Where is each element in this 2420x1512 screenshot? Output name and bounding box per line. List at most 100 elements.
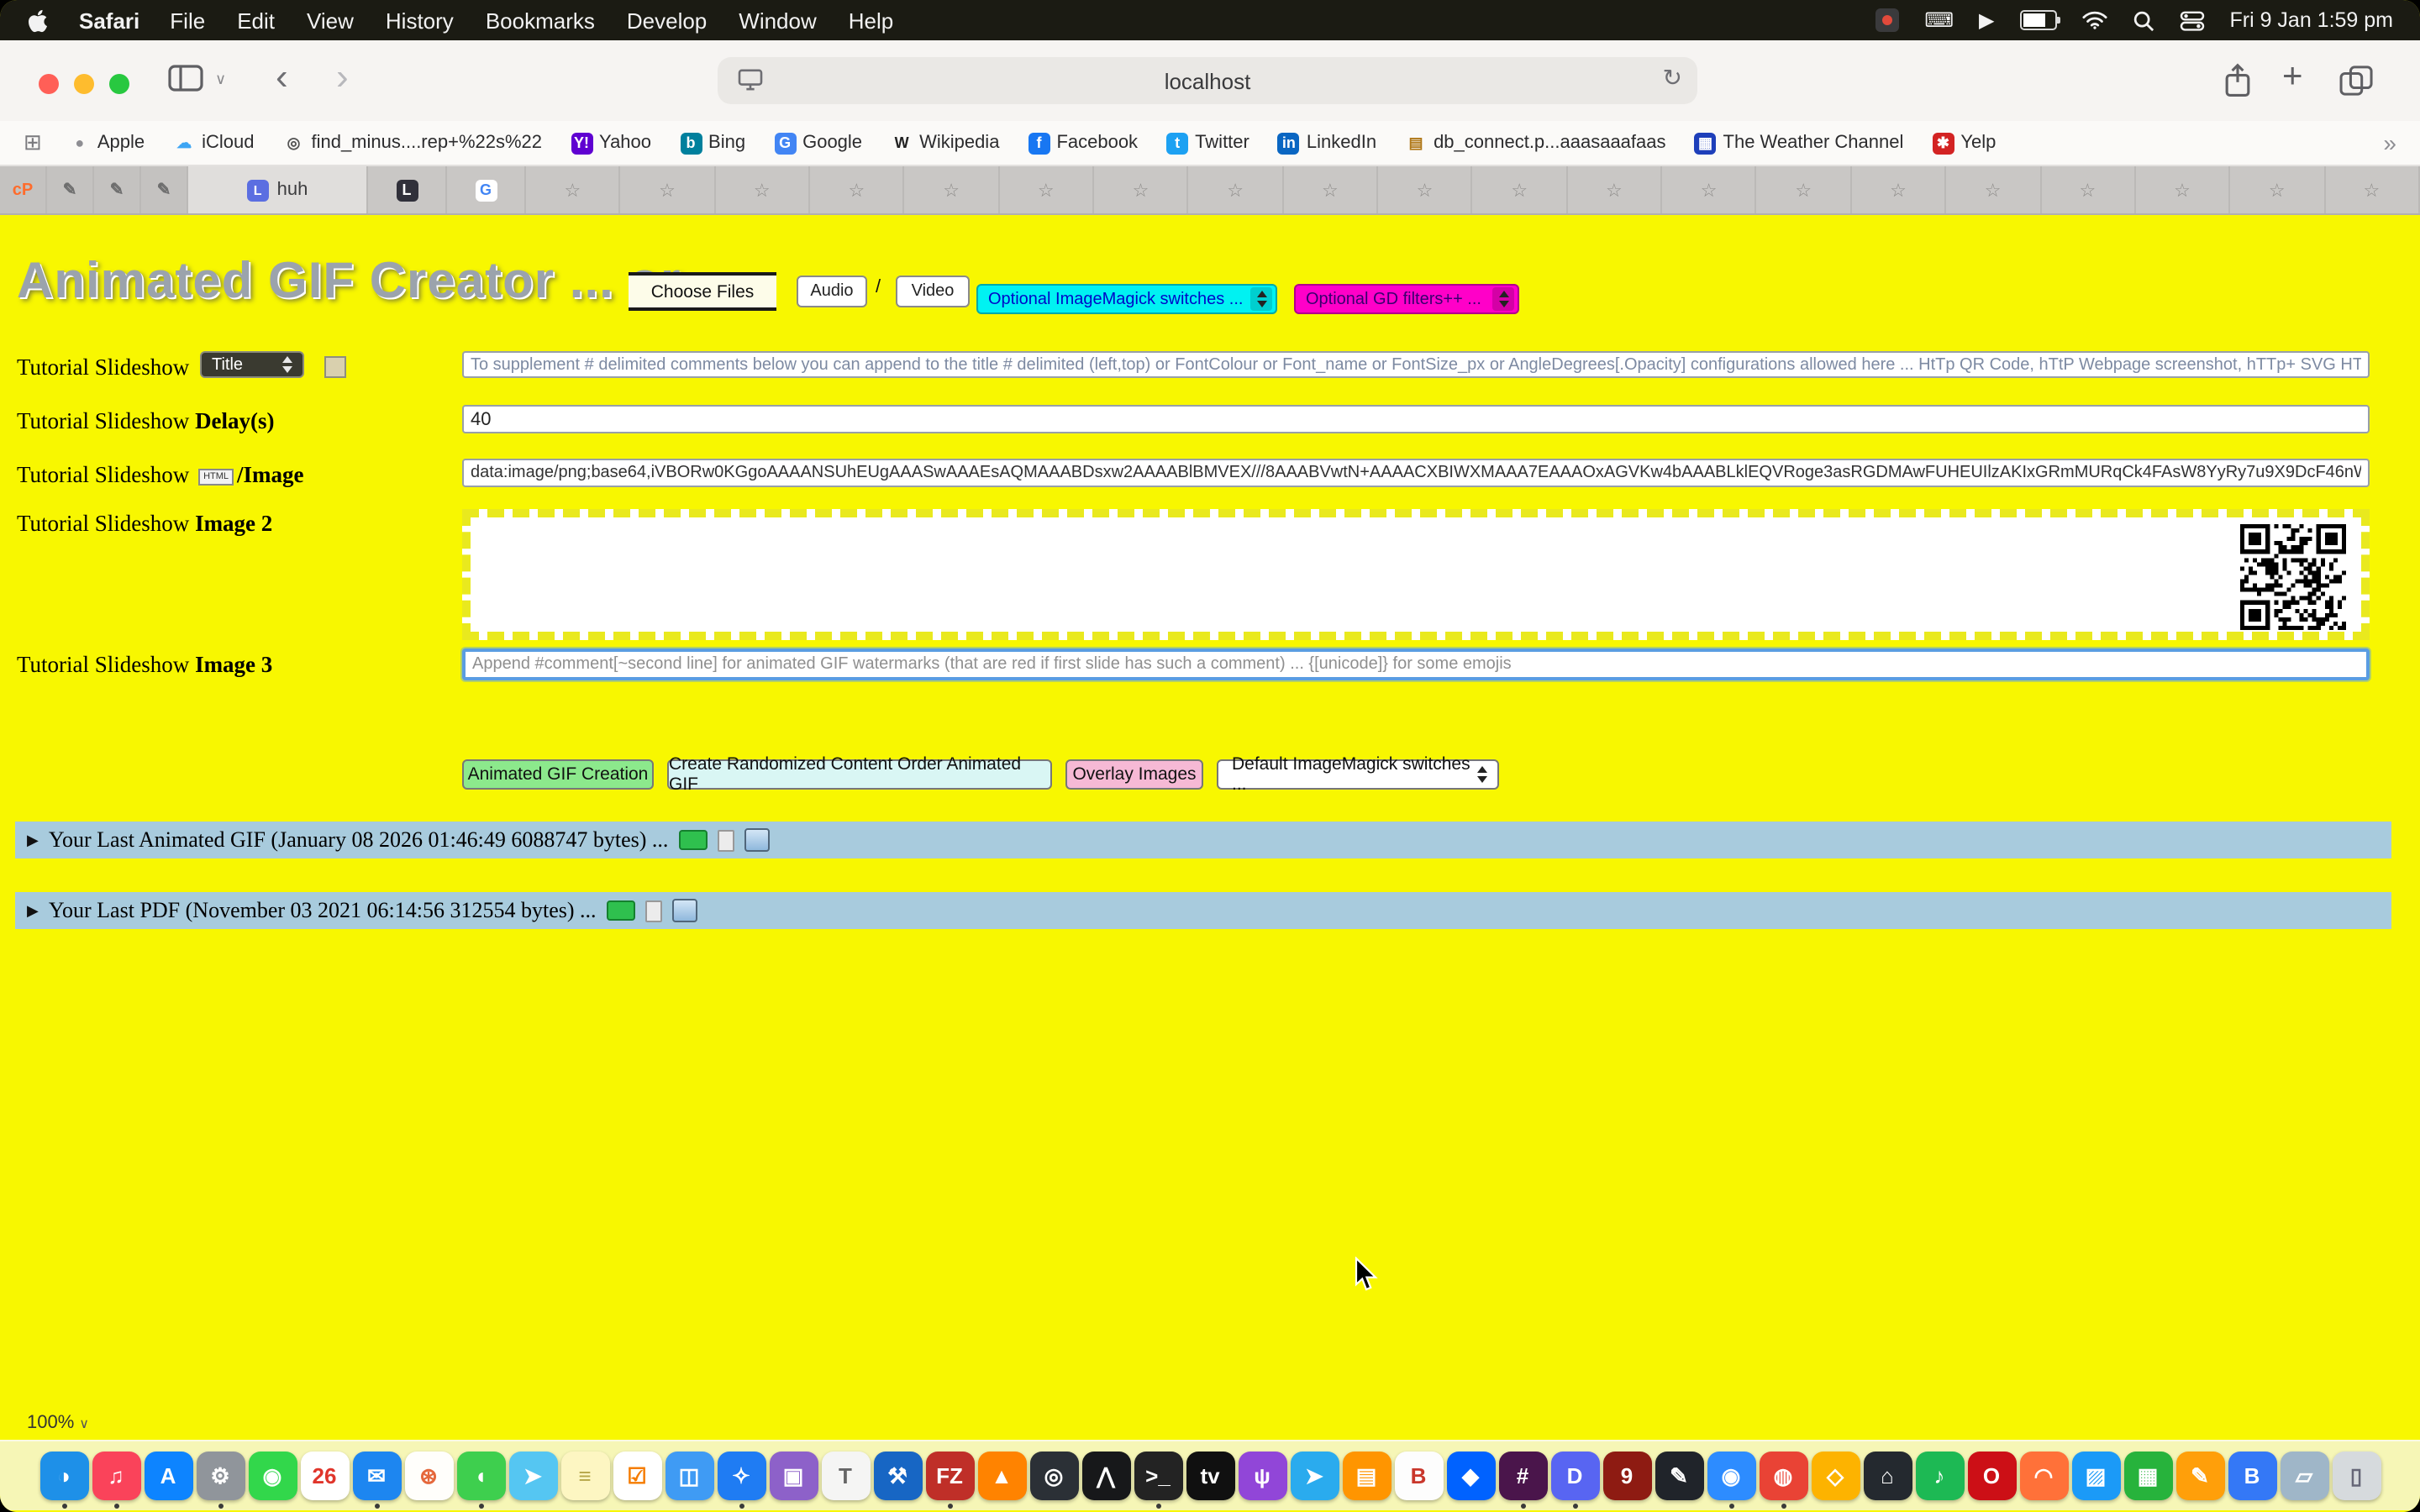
- forward-button[interactable]: ›: [336, 60, 349, 94]
- imagemagick-switches-select[interactable]: Optional ImageMagick switches ...: [976, 284, 1277, 314]
- dock-icon-bluetooth[interactable]: B: [2228, 1452, 2276, 1500]
- tab-empty[interactable]: ☆: [1662, 166, 1757, 213]
- dock-icon-notes[interactable]: ≡: [560, 1452, 609, 1500]
- tab-empty[interactable]: ☆: [621, 166, 716, 213]
- tab-empty[interactable]: ☆: [810, 166, 905, 213]
- sidebar-toggle-icon[interactable]: [168, 64, 203, 92]
- dock-icon-terminal[interactable]: >_: [1134, 1452, 1182, 1500]
- image3-comment-input[interactable]: [462, 648, 2370, 680]
- dock-icon-music[interactable]: ♫: [92, 1452, 140, 1500]
- tab-empty[interactable]: ☆: [2230, 166, 2325, 213]
- pinned-tab-compose-2[interactable]: ✎: [94, 166, 141, 213]
- tab-empty[interactable]: ☆: [999, 166, 1094, 213]
- animated-gif-creation-button[interactable]: Animated GIF Creation: [462, 759, 654, 790]
- dock-icon-pixelmator[interactable]: ✎: [1655, 1452, 1703, 1500]
- pdf-preview-icon[interactable]: [607, 900, 635, 921]
- zoom-window-button[interactable]: [109, 74, 129, 94]
- minimize-window-button[interactable]: [74, 74, 94, 94]
- dock-icon-filezilla[interactable]: FZ: [925, 1452, 974, 1500]
- tab-overview-icon[interactable]: [2339, 66, 2375, 96]
- choose-files-button[interactable]: Choose Files: [629, 272, 776, 311]
- dock-icon-bear[interactable]: B: [1394, 1452, 1443, 1500]
- audio-button[interactable]: Audio: [797, 276, 867, 307]
- tab-empty[interactable]: ☆: [905, 166, 1000, 213]
- sidebar-chevron-icon[interactable]: ∨: [215, 71, 226, 89]
- dock-icon-preview[interactable]: ◫: [665, 1452, 713, 1500]
- default-imagemagick-select[interactable]: Default ImageMagick switches ...: [1217, 759, 1499, 790]
- screen-record-icon[interactable]: [1876, 8, 1899, 32]
- tab-empty[interactable]: ☆: [526, 166, 621, 213]
- tab-empty[interactable]: ☆: [2136, 166, 2231, 213]
- favorite-wikipedia[interactable]: W Wikipedia: [891, 132, 999, 154]
- bookmarks-grid-icon[interactable]: ⊞: [24, 129, 42, 156]
- favorite-db-connect[interactable]: ▤ db_connect.p...aaasaaafaas: [1405, 132, 1665, 154]
- screen-mirroring-icon[interactable]: ▶: [1979, 8, 1994, 32]
- dock-icon-settings[interactable]: ⚙: [196, 1452, 245, 1500]
- last-animated-gif-bar[interactable]: ▶ Your Last Animated GIF (January 08 202…: [15, 822, 2391, 858]
- tab-l-page[interactable]: L: [368, 166, 447, 213]
- tab-empty[interactable]: ☆: [1094, 166, 1189, 213]
- dock-icon-opera[interactable]: O: [1967, 1452, 2016, 1500]
- menu-item[interactable]: File: [170, 8, 205, 33]
- dock-icon-telegram[interactable]: ➤: [1290, 1452, 1339, 1500]
- dock-icon-facetime[interactable]: ◉: [248, 1452, 297, 1500]
- close-window-button[interactable]: [39, 74, 59, 94]
- dock-icon-numbers[interactable]: ▦: [2123, 1452, 2172, 1500]
- dock-icon-messages[interactable]: ◖: [456, 1452, 505, 1500]
- tab-empty[interactable]: ☆: [1284, 166, 1379, 213]
- input-source-icon[interactable]: ⌨: [1924, 8, 1954, 32]
- dock-icon-folder[interactable]: ▱: [2280, 1452, 2328, 1500]
- menu-item[interactable]: Develop: [627, 8, 707, 33]
- tab-empty[interactable]: ☆: [715, 166, 810, 213]
- menu-clock[interactable]: Fri 9 Jan 1:59 pm: [2229, 8, 2393, 32]
- new-tab-button[interactable]: +: [2282, 57, 2303, 97]
- dock-icon-maps[interactable]: ➤: [508, 1452, 557, 1500]
- favorite-icloud[interactable]: ☁ iCloud: [173, 132, 254, 154]
- tab-empty[interactable]: ☆: [1852, 166, 1947, 213]
- dock-icon-zoom[interactable]: ◉: [1707, 1452, 1755, 1500]
- disclosure-triangle-icon[interactable]: ▶: [27, 831, 39, 849]
- tab-empty[interactable]: ☆: [1378, 166, 1473, 213]
- dock-icon-textedit[interactable]: T: [821, 1452, 870, 1500]
- grid-preview-icon[interactable]: [744, 828, 769, 852]
- favorite-yelp[interactable]: ✱ Yelp: [1932, 132, 1996, 154]
- randomized-gif-button[interactable]: Create Randomized Content Order Animated…: [667, 759, 1052, 790]
- menu-item[interactable]: View: [307, 8, 354, 33]
- pinned-tab-compose-1[interactable]: ✎: [47, 166, 94, 213]
- share-icon[interactable]: [2222, 62, 2254, 99]
- dock-icon-spotify[interactable]: ♪: [1915, 1452, 1964, 1500]
- favorite-linkedin[interactable]: in LinkedIn: [1278, 132, 1376, 154]
- favorite-weather-channel[interactable]: ▦ The Weather Channel: [1695, 132, 1904, 154]
- back-button[interactable]: ‹: [276, 60, 288, 94]
- menu-item[interactable]: Help: [849, 8, 894, 33]
- gd-filters-select[interactable]: Optional GD filters++ ...: [1294, 284, 1519, 314]
- favorite-bing[interactable]: b Bing: [680, 132, 745, 154]
- tab-empty[interactable]: ☆: [2041, 166, 2136, 213]
- dock-icon-firefox[interactable]: ◠: [2019, 1452, 2068, 1500]
- title-select[interactable]: Title: [200, 351, 304, 378]
- dock-icon-sketch[interactable]: ◇: [1811, 1452, 1860, 1500]
- apple-menu-icon[interactable]: [27, 8, 49, 33]
- favorite-yahoo[interactable]: Y! Yahoo: [571, 132, 651, 154]
- dock-icon-discord[interactable]: D: [1550, 1452, 1599, 1500]
- tab-empty[interactable]: ☆: [1189, 166, 1284, 213]
- dock-icon-stocks[interactable]: ⋀: [1081, 1452, 1130, 1500]
- dock-icon-tv[interactable]: tv: [1186, 1452, 1234, 1500]
- disclosure-triangle-icon[interactable]: ▶: [27, 901, 39, 920]
- favorite-apple[interactable]: ● Apple: [69, 132, 145, 154]
- tab-empty[interactable]: ☆: [2325, 166, 2420, 213]
- pinned-tab-compose-3[interactable]: ✎: [141, 166, 188, 213]
- dock-icon-finder[interactable]: ◑: [39, 1452, 88, 1500]
- doc-icon[interactable]: [645, 900, 662, 921]
- favorite-twitter[interactable]: t Twitter: [1166, 132, 1249, 154]
- tab-empty[interactable]: ☆: [1946, 166, 2041, 213]
- dock-icon-trash[interactable]: ▯: [2332, 1452, 2381, 1500]
- dock-icon-reminders[interactable]: ☑: [613, 1452, 661, 1500]
- dock-icon-mail[interactable]: ✉: [352, 1452, 401, 1500]
- spotlight-search-icon[interactable]: [2132, 9, 2154, 31]
- dock-icon-calendar[interactable]: 26: [300, 1452, 349, 1500]
- favorite-google[interactable]: G Google: [774, 132, 862, 154]
- title-config-input[interactable]: [462, 351, 2370, 378]
- dock-icon-keynote[interactable]: ▨: [2071, 1452, 2120, 1500]
- tab-active[interactable]: L huh: [188, 166, 368, 213]
